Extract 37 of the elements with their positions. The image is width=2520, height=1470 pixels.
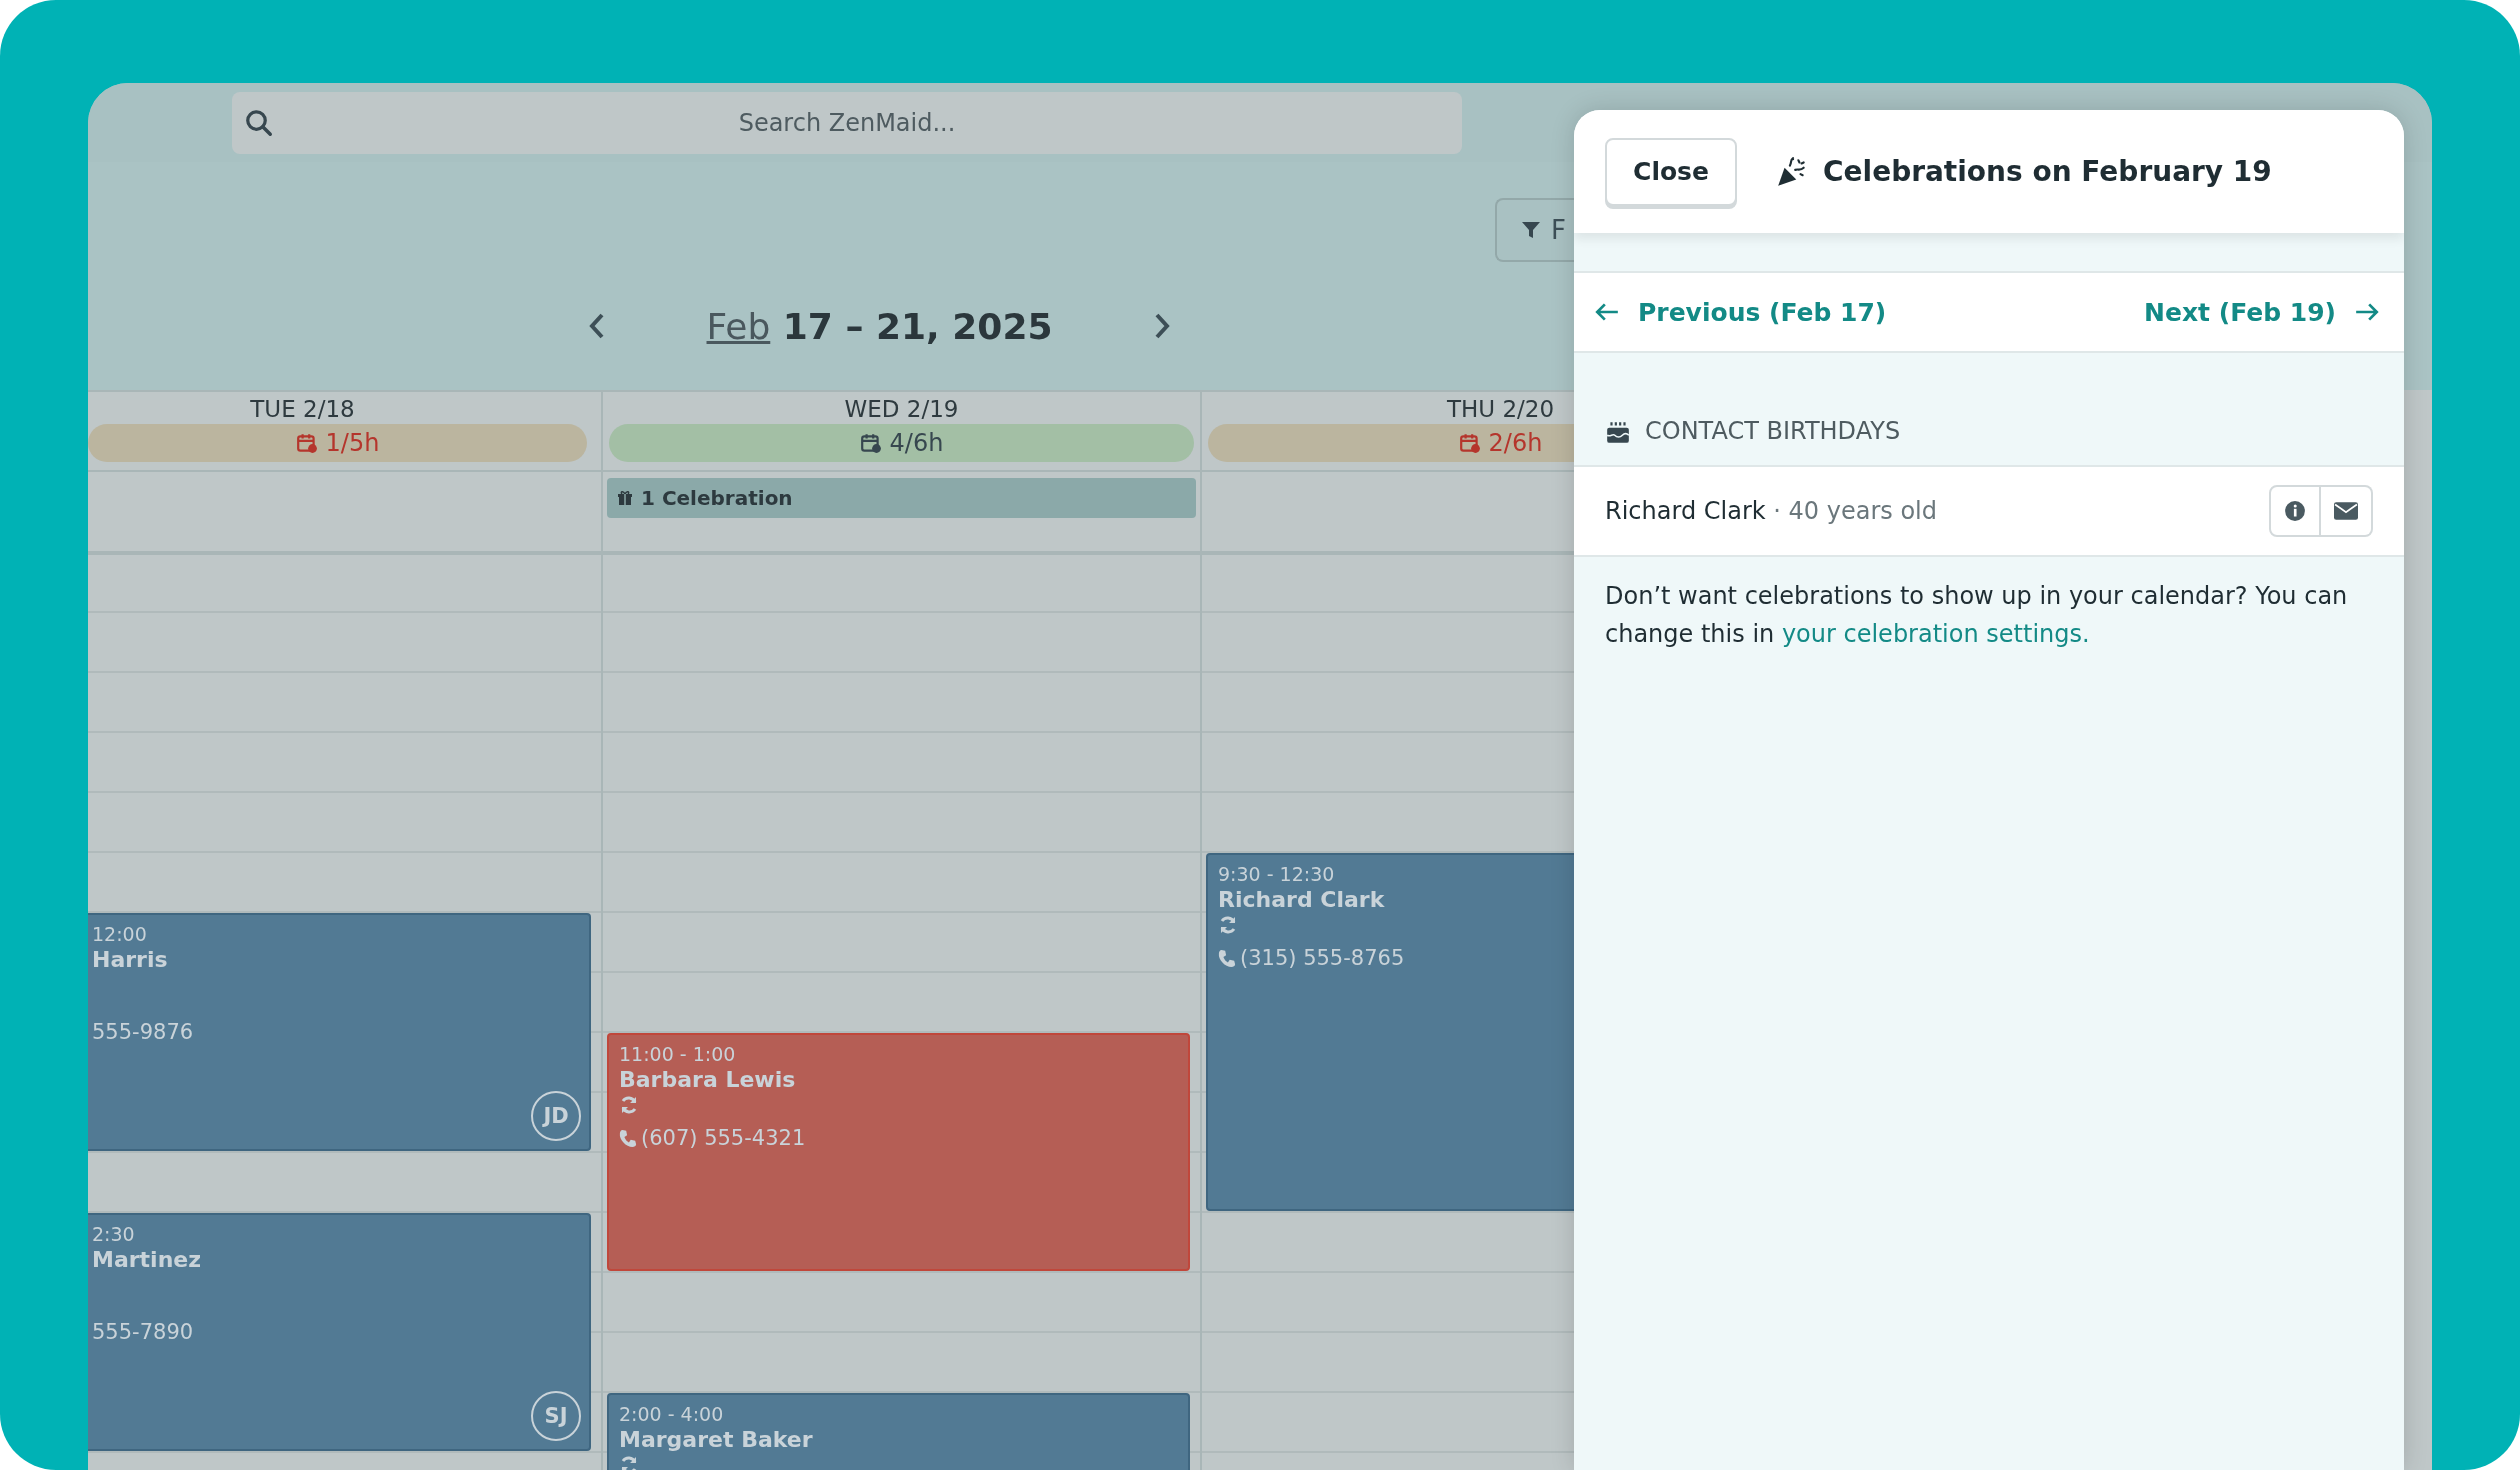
appointment-time: 9:30 - 12:30 <box>1218 863 1335 885</box>
staff-avatar: SJ <box>531 1391 581 1441</box>
phone-number: (315) 555-8765 <box>1240 946 1405 970</box>
previous-link[interactable]: Previous (Feb 17) <box>1594 297 1887 327</box>
phone-number: 555-7890 <box>92 1320 194 1344</box>
appointment-time: 2:00 - 4:00 <box>619 1403 724 1425</box>
client-name: Martinez <box>92 1247 202 1272</box>
capacity-badge: 4/6h <box>609 424 1194 462</box>
client-name: Barbara Lewis <box>619 1067 796 1092</box>
filter-button[interactable]: F <box>1495 198 1574 262</box>
phone-number: 555-9876 <box>92 1020 194 1044</box>
capacity-badge: 1/5h <box>88 424 587 462</box>
month-link[interactable]: Feb <box>706 305 771 347</box>
panel-title: Celebrations on February 19 <box>1823 155 2272 188</box>
appointment-card[interactable]: 11:00 - 1:00 Barbara Lewis (607) 555-4321 <box>607 1033 1190 1271</box>
appointment-card[interactable]: 12:00 Harris 555-9876 JD <box>88 913 591 1151</box>
celebration-chip[interactable]: 1 Celebration <box>607 478 1196 518</box>
settings-link[interactable]: your celebration settings. <box>1781 620 2090 648</box>
close-button[interactable]: Close <box>1605 137 1737 206</box>
appointment-card[interactable]: 2:00 - 4:00 Margaret Baker <box>607 1393 1190 1470</box>
day-label: WED 2/19 <box>844 396 959 422</box>
appointment-card[interactable]: 2:30 Martinez 555-7890 SJ <box>88 1213 591 1451</box>
phone-number: (607) 555-4321 <box>641 1126 806 1150</box>
appointment-time: 2:30 <box>92 1223 135 1245</box>
staff-avatar: JD <box>531 1091 581 1141</box>
appointment-time: 12:00 <box>92 923 147 945</box>
contact-entry: Richard Clark · 40 years old <box>1605 497 1937 525</box>
day-label: TUE 2/18 <box>250 396 355 422</box>
search-field[interactable]: Search ZenMaid... <box>232 91 1462 154</box>
settings-note: Don’t want celebrations to show up in your calendar? You can change this in your celebration settings. <box>1605 581 2349 650</box>
client-name: Margaret Baker <box>619 1427 813 1452</box>
next-link[interactable]: Next (Feb 19) <box>2144 297 2380 327</box>
appointment-time: 11:00 - 1:00 <box>619 1043 736 1065</box>
client-name: Richard Clark <box>1218 887 1385 912</box>
date-range-title: Feb 17 – 21, 2025 <box>706 305 1053 347</box>
day-label: THU 2/20 <box>1446 396 1555 422</box>
client-name: Harris <box>92 947 168 972</box>
